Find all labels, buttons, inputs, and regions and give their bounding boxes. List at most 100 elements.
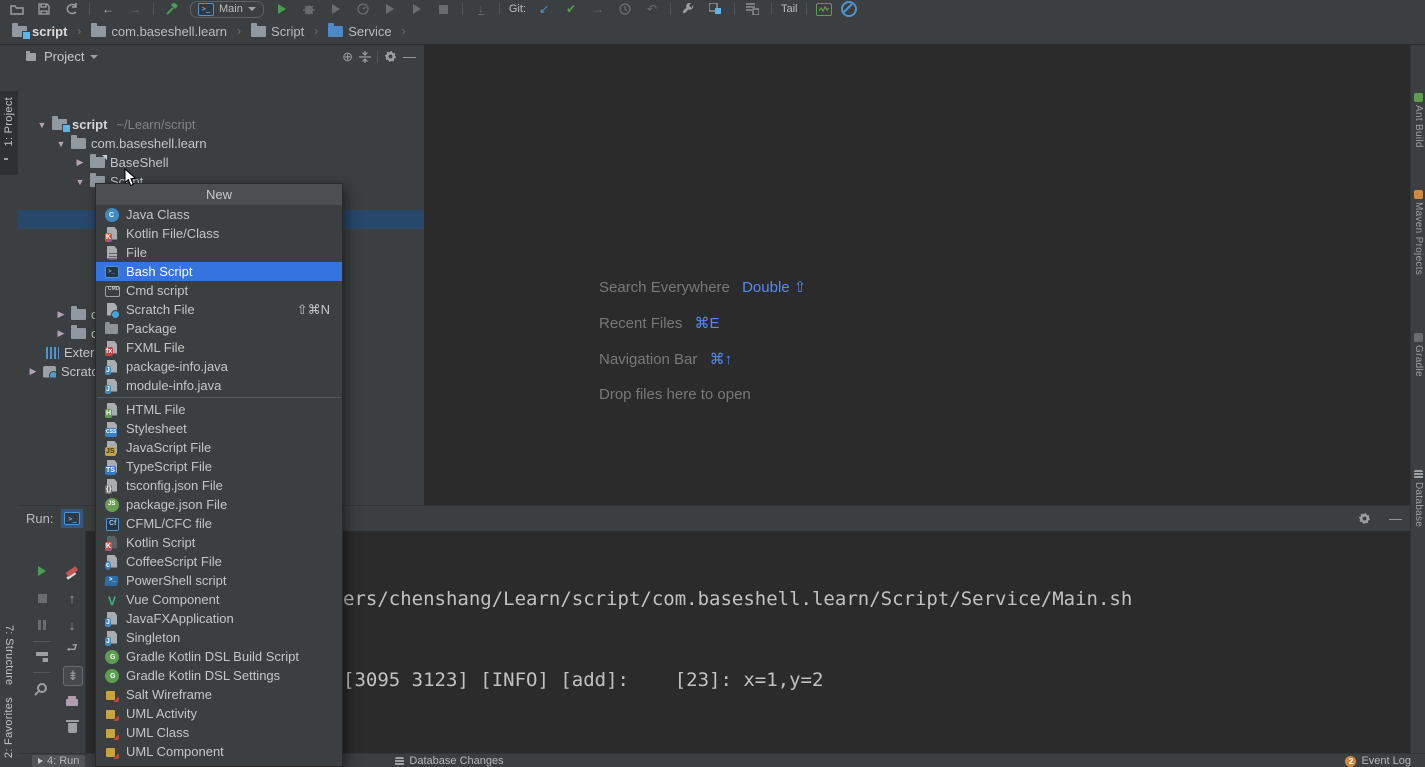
tool-window-tab-database[interactable]: Database: [1413, 482, 1424, 527]
git-rollback-icon[interactable]: ↶: [643, 1, 661, 17]
menu-item-package-json[interactable]: package.json File: [96, 495, 342, 514]
forward-icon[interactable]: →: [126, 1, 144, 17]
gear-icon[interactable]: [384, 50, 397, 63]
breadcrumb-script-dir[interactable]: Script: [247, 22, 308, 41]
menu-item-package-info[interactable]: package-info.java: [96, 357, 342, 376]
menu-item-gradle-build-script[interactable]: Gradle Kotlin DSL Build Script: [96, 647, 342, 666]
hide-panel-icon[interactable]: —: [1389, 511, 1402, 526]
expand-arrow-icon[interactable]: ▼: [56, 139, 66, 149]
menu-item-gradle-settings[interactable]: Gradle Kotlin DSL Settings: [96, 666, 342, 685]
tree-row-package[interactable]: ▼ com.baseshell.learn: [18, 134, 424, 153]
menu-item-stylesheet[interactable]: Stylesheet: [96, 419, 342, 438]
debug-icon[interactable]: [300, 1, 318, 17]
menu-item-scratch-file[interactable]: Scratch File ⇧⌘N: [96, 300, 342, 319]
menu-item-cmd-script[interactable]: Cmd script: [96, 281, 342, 300]
activity-monitor-icon[interactable]: [816, 3, 832, 16]
disable-circle-icon[interactable]: [841, 1, 857, 17]
breadcrumb-script[interactable]: script: [8, 22, 71, 41]
menu-item-javafx-application[interactable]: JavaFXApplication: [96, 609, 342, 628]
menu-item-kotlin-file[interactable]: Kotlin File/Class: [96, 224, 342, 243]
soft-wrap-icon[interactable]: ⮐: [63, 641, 81, 659]
menu-item-fxml-file[interactable]: FXML File: [96, 338, 342, 357]
attach-debugger-icon[interactable]: [381, 1, 399, 17]
menu-item-file[interactable]: File: [96, 243, 342, 262]
tool-window-tab-gradle[interactable]: Gradle: [1413, 345, 1424, 377]
force-step-into-icon[interactable]: ↓: [472, 1, 490, 17]
menu-item-uml-class[interactable]: UML Class: [96, 723, 342, 742]
back-icon[interactable]: ←: [99, 1, 117, 17]
hide-panel-icon[interactable]: —: [403, 49, 416, 64]
git-commit-icon[interactable]: ✔: [562, 1, 580, 17]
scroll-to-end-icon[interactable]: ⇟: [63, 666, 83, 686]
project-panel-title[interactable]: Project: [44, 49, 84, 64]
git-update-icon[interactable]: ↙: [535, 1, 553, 17]
stop-icon[interactable]: [435, 1, 453, 17]
tree-row-baseshell[interactable]: ▶ BaseShell: [18, 153, 424, 172]
pause-icon[interactable]: [33, 616, 51, 634]
run-icon[interactable]: [273, 1, 291, 17]
git-history-icon[interactable]: [616, 1, 634, 17]
tool-window-tab-database-changes[interactable]: Database Changes: [395, 755, 503, 767]
menu-item-salt-wireframe[interactable]: Salt Wireframe: [96, 685, 342, 704]
menu-item-singleton[interactable]: Singleton: [96, 628, 342, 647]
menu-item-cfml-file[interactable]: CFML/CFC file: [96, 514, 342, 533]
layout-icon[interactable]: [33, 648, 51, 666]
menu-item-html-file[interactable]: HTML File: [96, 400, 342, 419]
run-disabled-icon[interactable]: [408, 1, 426, 17]
menu-item-java-class[interactable]: Java Class: [96, 205, 342, 224]
pin-icon[interactable]: [33, 679, 51, 697]
tool-window-tab-structure[interactable]: 7: Structure: [3, 625, 15, 685]
breadcrumb-service[interactable]: Service: [324, 22, 395, 41]
locate-file-icon[interactable]: ⊕: [342, 49, 353, 65]
tool-window-tab-project[interactable]: 1: Project: [3, 97, 15, 146]
stop-icon[interactable]: [33, 589, 51, 607]
run-config-selector[interactable]: >_ Main: [190, 1, 264, 18]
menu-item-tsconfig-file[interactable]: tsconfig.json File: [96, 476, 342, 495]
menu-item-bash-script[interactable]: Bash Script: [96, 262, 342, 281]
print-icon[interactable]: [63, 693, 81, 711]
expand-arrow-icon[interactable]: ▼: [75, 177, 85, 187]
breadcrumb-package[interactable]: com.baseshell.learn: [87, 22, 231, 41]
event-log-button[interactable]: 2 Event Log: [1345, 755, 1411, 767]
clear-icon[interactable]: [63, 562, 81, 580]
build-hammer-icon[interactable]: [163, 1, 181, 17]
run-config-tab[interactable]: >_: [61, 509, 83, 528]
gear-icon[interactable]: [1358, 512, 1371, 525]
tool-window-tab-run[interactable]: 4: Run: [32, 755, 85, 767]
menu-item-kotlin-script[interactable]: Kotlin Script: [96, 533, 342, 552]
rerun-icon[interactable]: [33, 562, 51, 580]
menu-item-javascript-file[interactable]: JavaScript File: [96, 438, 342, 457]
run-console-output[interactable]: ers/chenshang/Learn/script/com.baseshell…: [343, 532, 1132, 767]
menu-item-uml-component[interactable]: UML Component: [96, 742, 342, 761]
expand-arrow-icon[interactable]: ▼: [37, 120, 47, 130]
tool-window-tab-ant-build[interactable]: Ant Build: [1413, 105, 1424, 148]
collapse-all-icon[interactable]: [359, 51, 371, 63]
menu-item-coffeescript-file[interactable]: CoffeeScript File: [96, 552, 342, 571]
synchronize-icon[interactable]: [62, 1, 80, 17]
git-push-icon[interactable]: →: [589, 1, 607, 17]
menu-item-powershell-script[interactable]: PowerShell script: [96, 571, 342, 590]
run-coverage-icon[interactable]: [327, 1, 345, 17]
save-all-icon[interactable]: [35, 1, 53, 17]
project-structure-icon[interactable]: [707, 1, 725, 17]
menu-item-package[interactable]: Package: [96, 319, 342, 338]
open-project-icon[interactable]: [8, 1, 26, 17]
clear-all-icon[interactable]: [63, 719, 81, 737]
menu-item-uml-activity[interactable]: UML Activity: [96, 704, 342, 723]
menu-item-module-info[interactable]: module-info.java: [96, 376, 342, 395]
collapse-arrow-icon[interactable]: ▶: [56, 309, 66, 320]
down-stack-icon[interactable]: ↓: [63, 616, 81, 634]
save-layout-icon[interactable]: [744, 1, 762, 17]
profiler-icon[interactable]: [354, 1, 372, 17]
wrench-settings-icon[interactable]: [680, 1, 698, 17]
tree-row-script[interactable]: ▼ script ~/Learn/script: [18, 115, 424, 134]
tool-window-tab-maven[interactable]: Maven Projects: [1413, 202, 1424, 275]
tail-button[interactable]: Tail: [781, 3, 798, 15]
menu-item-vue-component[interactable]: Vue Component: [96, 590, 342, 609]
menu-item-typescript-file[interactable]: TypeScript File: [96, 457, 342, 476]
collapse-arrow-icon[interactable]: ▶: [56, 328, 66, 339]
up-stack-icon[interactable]: ↑: [63, 589, 81, 607]
collapse-arrow-icon[interactable]: ▶: [28, 366, 38, 377]
tool-window-tab-favorites[interactable]: 2: Favorites: [3, 697, 15, 758]
collapse-arrow-icon[interactable]: ▶: [75, 157, 85, 168]
